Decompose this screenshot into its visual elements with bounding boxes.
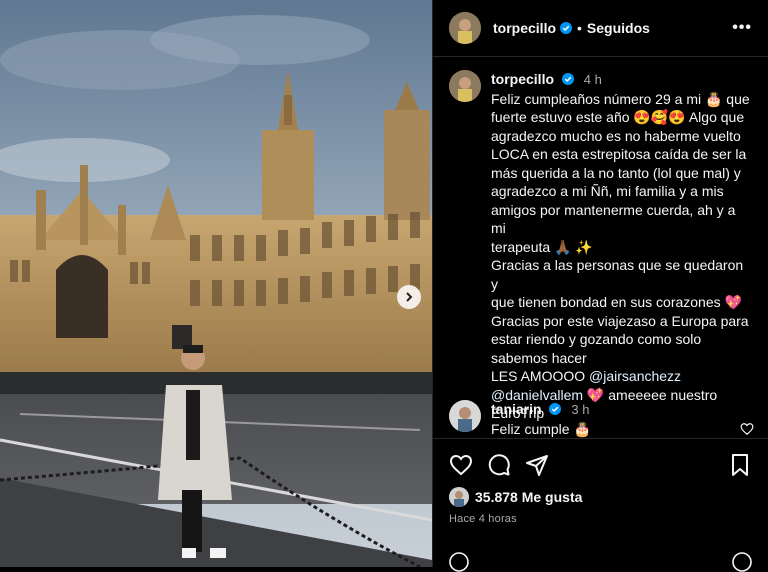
caption-username[interactable]: torpecillo xyxy=(491,71,554,87)
caption-line: LOCA en esta estrepitosa caída de ser la xyxy=(491,146,747,162)
comment-time[interactable]: 3 h xyxy=(571,402,589,417)
caption-line: estar riendo y gozando como solo xyxy=(491,331,702,347)
header-username[interactable]: torpecillo xyxy=(493,20,556,36)
caption-line: agradezco a mi Ññ, mi familia y a mis xyxy=(491,183,724,199)
follow-status-button[interactable]: Seguidos xyxy=(587,20,650,36)
heart-icon[interactable] xyxy=(740,422,754,436)
next-image-button[interactable] xyxy=(397,285,421,309)
chevron-right-icon xyxy=(406,292,413,302)
caption-line: amigos por mantenerme cuerda, ah y a mi xyxy=(491,201,736,237)
verified-icon xyxy=(561,73,574,85)
separator-dot: • xyxy=(577,20,582,36)
caption-body: torpecillo 4 h Feliz cumpleaños número 2… xyxy=(491,70,752,423)
comment-item: taniarin 3 h Feliz cumple 🎂 xyxy=(433,400,768,438)
caption-line: Gracias por este viajezaso a Europa para xyxy=(491,312,749,329)
caption-line: Gracias a las personas que se quedaron y xyxy=(491,257,744,292)
post-header: torpecillo • Seguidos ••• xyxy=(433,0,768,57)
avatar-image xyxy=(449,400,481,432)
caption-line: más querida a la no tanto (lol que mal) … xyxy=(491,164,741,181)
actions-section: 35.878 Me gusta Hace 4 horas xyxy=(433,438,768,525)
avatar[interactable] xyxy=(449,12,481,44)
caption-line: terapeuta 🙏🏾 ✨ xyxy=(491,238,593,255)
post-panel: torpecillo • Seguidos ••• torpecillo 4 h… xyxy=(432,0,768,572)
bookmark-icon[interactable] xyxy=(728,453,752,477)
caption-line: agradezco mucho es no haberme vuelto xyxy=(491,127,741,144)
send-icon[interactable] xyxy=(525,453,549,477)
comment-avatar[interactable] xyxy=(449,400,481,432)
caption-line: LES AMOOOO @jairsanchezz xyxy=(491,367,752,386)
caption-line: fuerte estuvo este año 😍🥰😍 Algo que xyxy=(491,109,745,125)
add-comment-row xyxy=(449,552,752,572)
photo-illustration xyxy=(0,0,432,567)
comment-body: taniarin 3 h Feliz cumple 🎂 xyxy=(491,400,591,438)
avatar-image xyxy=(449,487,469,507)
likes-count[interactable]: 35.878 Me gusta xyxy=(475,489,582,505)
caption-time[interactable]: 4 h xyxy=(584,72,602,87)
post-photo[interactable] xyxy=(0,0,432,567)
likes-row[interactable]: 35.878 Me gusta xyxy=(449,487,752,507)
comment-username[interactable]: taniarin xyxy=(491,401,542,417)
caption-text: LES AMOOOO xyxy=(491,368,590,384)
post-timestamp[interactable]: Hace 4 horas xyxy=(449,513,752,525)
caption-line: sabemos hacer xyxy=(491,349,587,366)
action-bar xyxy=(449,439,752,491)
verified-icon xyxy=(549,403,562,415)
comments-section: torpecillo 4 h Feliz cumpleaños número 2… xyxy=(433,56,768,438)
caption: torpecillo 4 h Feliz cumpleaños número 2… xyxy=(433,56,768,423)
loading-icon xyxy=(732,552,752,572)
caption-line: Feliz cumpleaños número 29 a mi 🎂 que xyxy=(491,90,750,107)
heart-icon[interactable] xyxy=(449,453,473,477)
emoji-icon[interactable] xyxy=(449,552,469,572)
comment-icon[interactable] xyxy=(487,453,511,477)
caption-line: que tienen bondad en sus corazones 💖 xyxy=(491,294,742,310)
avatar-image xyxy=(449,70,481,102)
avatar-image xyxy=(449,12,481,44)
comment-text: Feliz cumple 🎂 xyxy=(491,420,591,437)
verified-icon xyxy=(560,22,573,34)
mention-link[interactable]: @jairsanchezz xyxy=(589,368,681,384)
liker-avatar xyxy=(449,487,469,507)
more-options-button[interactable]: ••• xyxy=(732,19,752,37)
caption-avatar[interactable] xyxy=(449,70,481,102)
